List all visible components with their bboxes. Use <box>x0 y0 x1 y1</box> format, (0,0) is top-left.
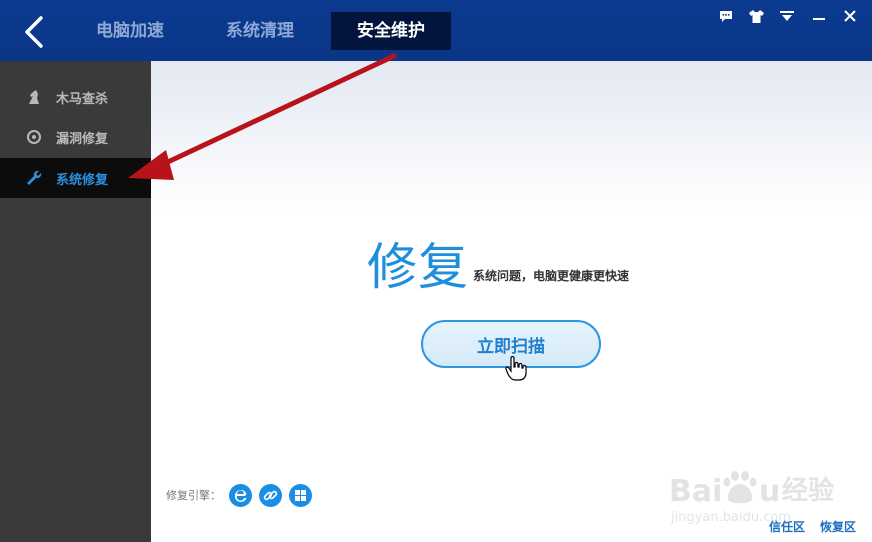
tab-pc-speedup[interactable]: 电脑加速 <box>80 12 180 50</box>
sidebar-item-system-repair[interactable]: 系统修复 <box>0 158 151 198</box>
minimize-icon <box>813 18 825 20</box>
close-icon <box>844 10 856 22</box>
engine-label: 修复引擎： <box>166 489 221 502</box>
baidu-jingyan-watermark: Bai u 经验 jingyan.baidu.com <box>669 471 834 525</box>
page-subtitle: 系统问题，电脑更健康更快速 <box>473 269 630 283</box>
minimize-button[interactable] <box>811 8 827 24</box>
windows-icon <box>295 490 306 501</box>
page-title: 修复 <box>367 238 469 296</box>
sidebar-item-label: 漏洞修复 <box>56 131 109 147</box>
ie-icon <box>234 490 247 502</box>
shirt-icon <box>748 9 764 23</box>
main-menu-button[interactable] <box>779 8 795 24</box>
skin-button[interactable] <box>748 8 764 24</box>
sidebar-item-trojan-scan[interactable]: 木马查杀 <box>0 77 151 117</box>
sidebar-item-label: 木马查杀 <box>56 91 109 107</box>
hand-cursor-icon <box>505 356 527 381</box>
sidebar-item-label: 系统修复 <box>56 172 109 188</box>
back-arrow-icon <box>25 16 43 48</box>
chat-icon <box>720 10 732 22</box>
windows-engine-button[interactable] <box>289 484 312 507</box>
svg-text:Bai: Bai <box>669 474 722 509</box>
svg-text:u: u <box>759 474 780 509</box>
link-engine-button[interactable] <box>259 484 282 507</box>
back-button[interactable] <box>12 10 56 54</box>
vulnerability-icon <box>24 127 44 147</box>
restore-zone-link[interactable]: 恢复区 <box>820 518 856 535</box>
link-icon <box>263 490 278 501</box>
tab-security[interactable]: 安全维护 <box>331 12 451 50</box>
sidebar: 木马查杀 漏洞修复 系统修复 <box>0 61 151 542</box>
svg-text:经验: 经验 <box>782 475 834 506</box>
tab-system-clean[interactable]: 系统清理 <box>210 12 310 50</box>
horse-icon <box>24 87 44 107</box>
sidebar-item-vulnerability-fix[interactable]: 漏洞修复 <box>0 117 151 157</box>
main-panel: 修复 系统问题，电脑更健康更快速 立即扫描 修复引擎： Bai u 经验 jin… <box>151 61 872 542</box>
menu-icon <box>780 11 794 21</box>
ie-engine-button[interactable] <box>229 484 252 507</box>
trust-zone-link[interactable]: 信任区 <box>769 518 805 535</box>
feedback-button[interactable] <box>718 8 734 24</box>
close-button[interactable] <box>842 8 858 24</box>
title-bar: 电脑加速 系统清理 安全维护 <box>0 0 872 61</box>
wrench-icon <box>24 168 44 188</box>
